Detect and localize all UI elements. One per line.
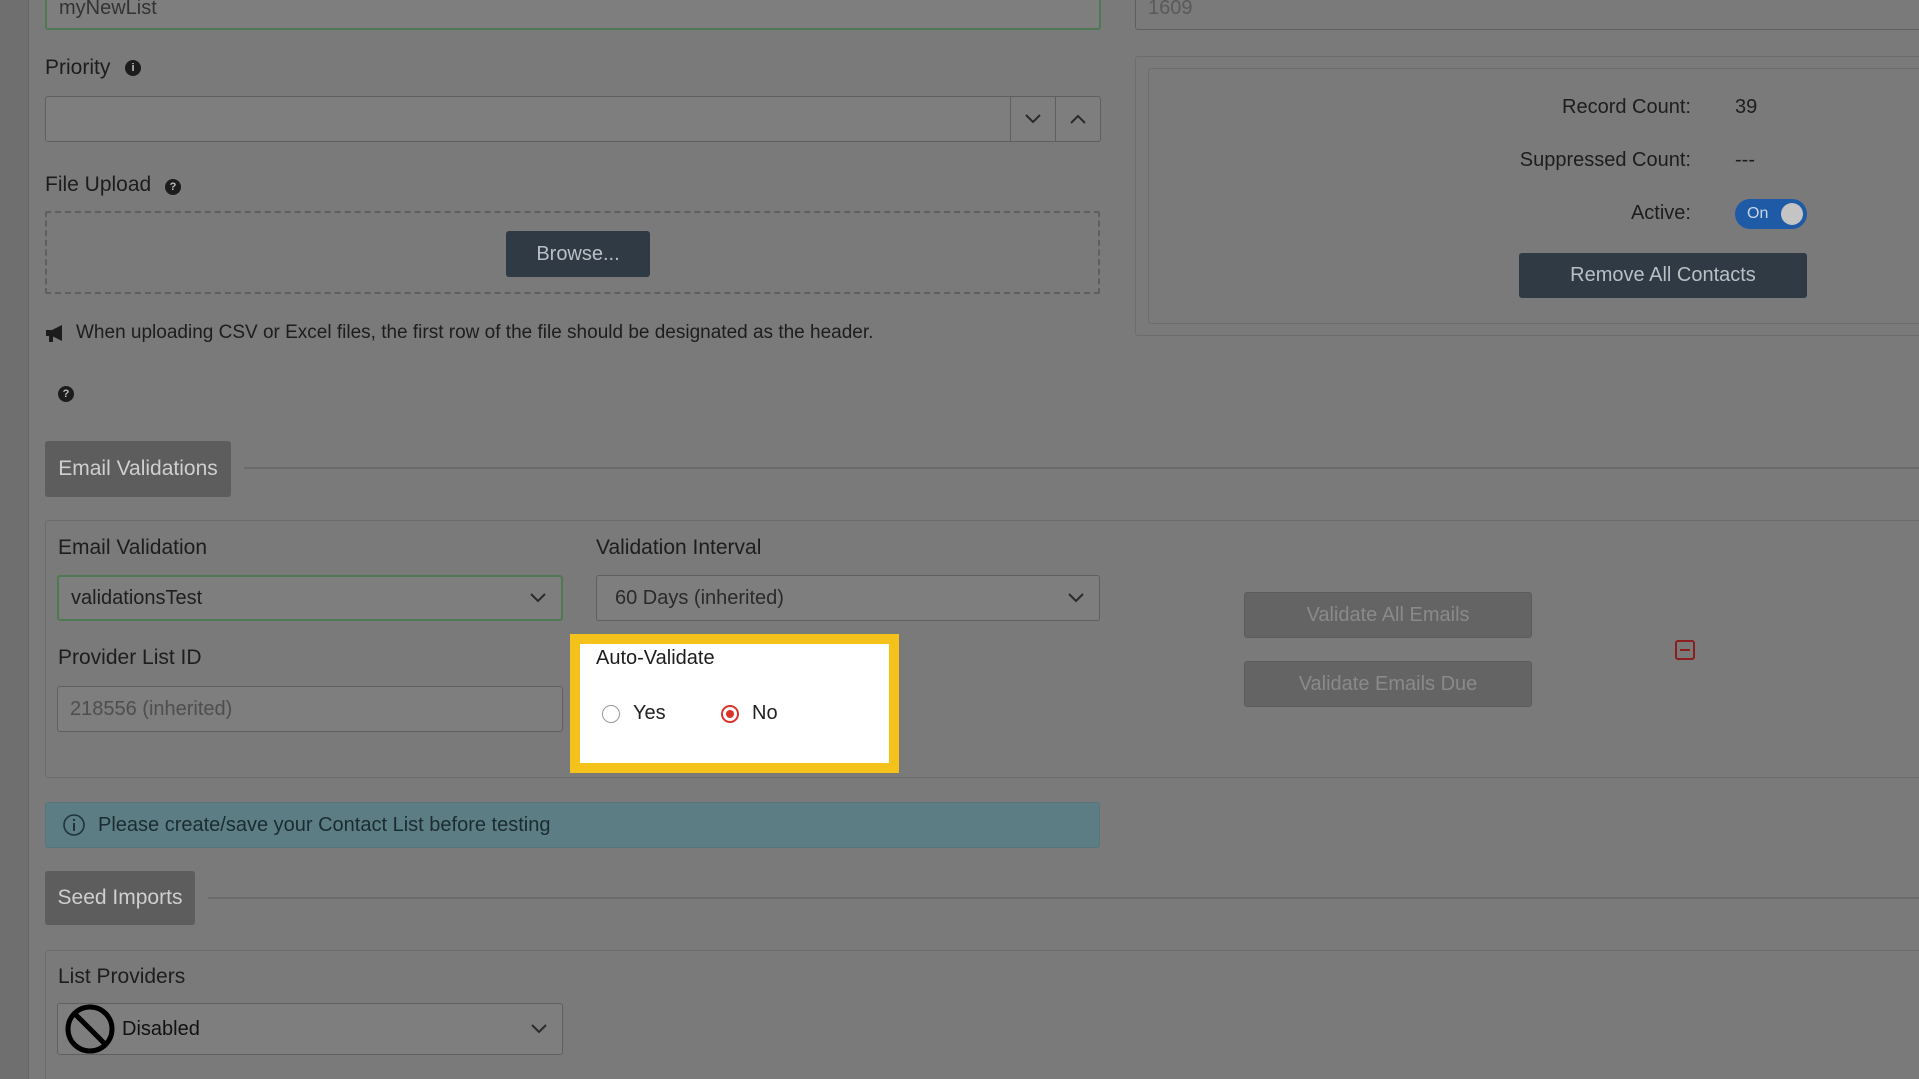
priority-info-icon[interactable]: i bbox=[125, 60, 141, 76]
chevron-down-icon bbox=[1025, 114, 1041, 124]
validate-emails-due-button[interactable]: Validate Emails Due bbox=[1244, 661, 1532, 707]
section-divider bbox=[208, 897, 1919, 899]
file-upload-label: File Upload bbox=[45, 173, 152, 196]
record-count-label: Record Count: bbox=[1562, 96, 1691, 118]
email-validations-tab: Email Validations bbox=[45, 441, 231, 497]
provider-list-id-input: 218556 (inherited) bbox=[57, 686, 563, 732]
list-name-value: myNewList bbox=[59, 0, 157, 19]
file-upload-help-icon[interactable]: ? bbox=[165, 179, 181, 195]
email-validation-select[interactable]: validationsTest bbox=[57, 575, 563, 621]
chevron-up-icon bbox=[1070, 114, 1086, 124]
info-alert: Please create/save your Contact List bef… bbox=[45, 802, 1100, 848]
list-providers-label: List Providers bbox=[58, 965, 186, 988]
auto-validate-label: Auto-Validate bbox=[596, 647, 715, 669]
toggle-knob bbox=[1781, 203, 1803, 225]
chevron-down-icon bbox=[531, 1024, 547, 1034]
list-name-input[interactable]: myNewList bbox=[45, 0, 1101, 30]
active-toggle-text: On bbox=[1747, 205, 1769, 222]
priority-label: Priority bbox=[45, 56, 111, 79]
active-label: Active: bbox=[1630, 202, 1691, 224]
email-validations-panel bbox=[45, 520, 1919, 778]
validation-interval-select[interactable]: 60 Days (inherited) bbox=[596, 575, 1100, 621]
suppressed-count-value: --- bbox=[1735, 149, 1755, 171]
radio-no-label: No bbox=[752, 702, 778, 724]
email-validation-label: Email Validation bbox=[58, 536, 208, 559]
seed-imports-tab: Seed Imports bbox=[45, 871, 195, 925]
radio-yes[interactable] bbox=[602, 704, 620, 723]
browse-button[interactable]: Browse... bbox=[506, 231, 650, 277]
suppressed-count-label: Suppressed Count: bbox=[1519, 149, 1691, 171]
list-providers-select[interactable]: Disabled bbox=[57, 1003, 563, 1055]
auto-validate-yes-option[interactable]: Yes bbox=[602, 702, 666, 725]
upload-notice-text: When uploading CSV or Excel files, the f… bbox=[76, 322, 874, 343]
active-toggle[interactable]: On bbox=[1735, 199, 1807, 229]
chevron-down-icon bbox=[1068, 593, 1084, 603]
record-count-value: 39 bbox=[1735, 96, 1758, 118]
priority-increment-button[interactable] bbox=[1055, 97, 1100, 141]
chevron-down-icon bbox=[530, 593, 546, 603]
auto-validate-no-option[interactable]: No bbox=[721, 702, 778, 725]
validate-all-emails-button[interactable]: Validate All Emails bbox=[1244, 592, 1532, 638]
priority-decrement-button[interactable] bbox=[1010, 97, 1055, 141]
prohibited-icon bbox=[65, 1004, 115, 1054]
list-id-value: 1609 bbox=[1148, 0, 1193, 19]
info-alert-text: Please create/save your Contact List bef… bbox=[98, 813, 551, 836]
megaphone-icon bbox=[46, 325, 62, 342]
priority-input[interactable] bbox=[45, 96, 1101, 142]
radio-yes-label: Yes bbox=[633, 702, 666, 724]
contact-list-editor: myNewList 1609 Priority i File Upload ? … bbox=[0, 0, 1919, 1079]
list-id-input: 1609 bbox=[1135, 0, 1919, 30]
provider-list-id-label: Provider List ID bbox=[58, 646, 202, 669]
info-circle-icon bbox=[63, 814, 85, 836]
collapse-icon[interactable] bbox=[1675, 640, 1695, 660]
remove-all-contacts-button[interactable]: Remove All Contacts bbox=[1519, 253, 1807, 298]
section-divider bbox=[244, 467, 1919, 469]
radio-no[interactable] bbox=[721, 704, 739, 723]
help-icon[interactable]: ? bbox=[58, 386, 74, 402]
validation-interval-label: Validation Interval bbox=[596, 536, 762, 559]
left-sidebar-edge bbox=[0, 0, 29, 1079]
